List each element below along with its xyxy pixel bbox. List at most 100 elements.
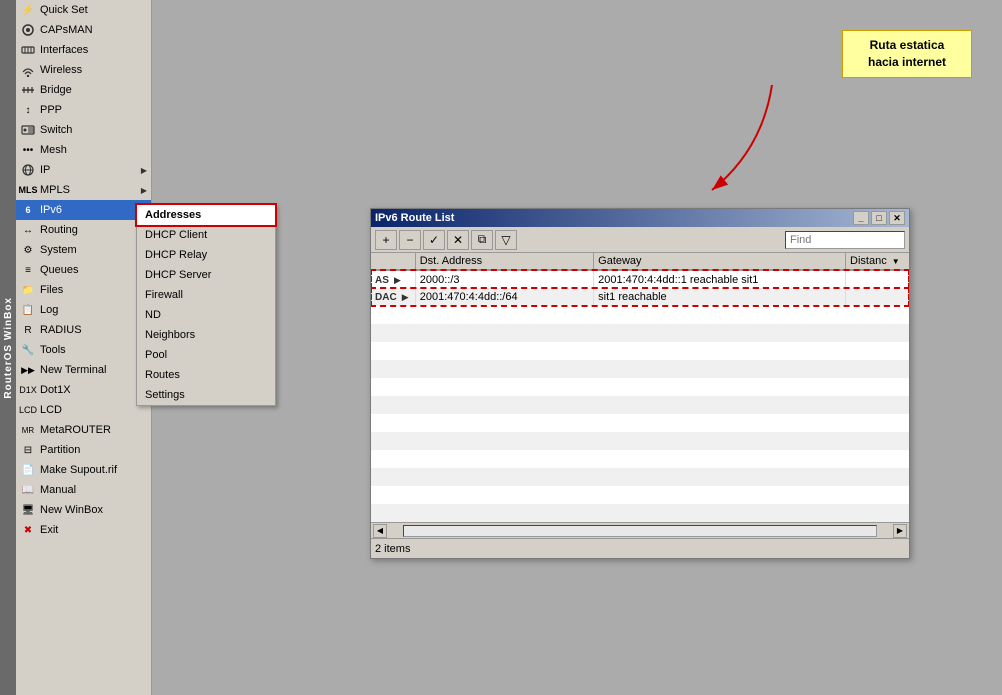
manual-icon: 📖 — [20, 482, 36, 498]
submenu-item-nd[interactable]: ND — [137, 305, 275, 325]
wireless-icon — [20, 62, 36, 78]
copy-button[interactable]: ⧉ — [471, 230, 493, 250]
sidebar: ⚡ Quick Set CAPsMAN Interfaces Wireless … — [16, 0, 152, 695]
table-row-empty — [371, 486, 909, 504]
window-statusbar: 2 items — [371, 538, 909, 558]
tooltip-callout: Ruta estatica hacia internet — [842, 30, 972, 78]
scrollbar-track[interactable] — [403, 525, 877, 537]
metarouter-icon: MR — [20, 422, 36, 438]
switch-icon — [20, 122, 36, 138]
sidebar-item-interfaces[interactable]: Interfaces — [16, 40, 151, 60]
row-flags-1: AS ▶ — [371, 270, 415, 288]
item-count: 2 items — [375, 543, 410, 555]
window-controls: _ □ ✕ — [853, 211, 905, 225]
submenu-item-settings[interactable]: Settings — [137, 385, 275, 405]
sidebar-item-ppp[interactable]: ↕ PPP — [16, 100, 151, 120]
sidebar-item-quick-set[interactable]: ⚡ Quick Set — [16, 0, 151, 20]
sidebar-item-make-supout[interactable]: 📄 Make Supout.rif — [16, 460, 151, 480]
remove-button[interactable]: − — [399, 230, 421, 250]
disable-button[interactable]: ✕ — [447, 230, 469, 250]
col-header-distance[interactable]: Distanc — [846, 253, 909, 270]
window-close-button[interactable]: ✕ — [889, 211, 905, 225]
ip-icon — [20, 162, 36, 178]
interfaces-icon — [20, 42, 36, 58]
sidebar-item-radius[interactable]: R RADIUS — [16, 320, 151, 340]
submenu-item-pool[interactable]: Pool — [137, 345, 275, 365]
row-distance-1 — [846, 270, 909, 288]
sidebar-item-lcd[interactable]: LCD LCD — [16, 400, 151, 420]
add-button[interactable]: + — [375, 230, 397, 250]
route-window: IPv6 Route List _ □ ✕ + − ✓ ✕ ⧉ ▽ — [370, 208, 910, 559]
sidebar-item-system[interactable]: ⚙ System — [16, 240, 151, 260]
submenu-item-addresses[interactable]: Addresses — [137, 205, 275, 225]
sidebar-item-new-terminal[interactable]: ▶▶ New Terminal — [16, 360, 151, 380]
system-icon: ⚙ — [20, 242, 36, 258]
window-restore-button[interactable]: □ — [871, 211, 887, 225]
table-row-empty — [371, 360, 909, 378]
terminal-icon: ▶▶ — [20, 362, 36, 378]
row-distance-2 — [846, 288, 909, 306]
window-content: Dst. Address Gateway Distanc — [371, 253, 909, 522]
sidebar-item-new-winbox[interactable]: 🖥 New WinBox — [16, 500, 151, 520]
sidebar-item-routing[interactable]: ↔ Routing — [16, 220, 151, 240]
tools-icon: 🔧 — [20, 342, 36, 358]
window-titlebar: IPv6 Route List _ □ ✕ — [371, 209, 909, 227]
submenu-item-dhcp-server[interactable]: DHCP Server — [137, 265, 275, 285]
lcd-icon: LCD — [20, 402, 36, 418]
log-icon: 📋 — [20, 302, 36, 318]
enable-button[interactable]: ✓ — [423, 230, 445, 250]
submenu-item-neighbors[interactable]: Neighbors — [137, 325, 275, 345]
partition-icon: ⊟ — [20, 442, 36, 458]
row-gateway-2: sit1 reachable — [594, 288, 846, 306]
sidebar-item-queues[interactable]: ≡ Queues — [16, 260, 151, 280]
sidebar-item-manual[interactable]: 📖 Manual — [16, 480, 151, 500]
exit-icon: ✖ — [20, 522, 36, 538]
window-minimize-button[interactable]: _ — [853, 211, 869, 225]
sidebar-item-log[interactable]: 📋 Log — [16, 300, 151, 320]
sidebar-item-mesh[interactable]: ••• Mesh — [16, 140, 151, 160]
routing-icon: ↔ — [20, 222, 36, 238]
submenu-item-routes[interactable]: Routes — [137, 365, 275, 385]
sidebar-item-files[interactable]: 📁 Files — [16, 280, 151, 300]
filter-button[interactable]: ▽ — [495, 230, 517, 250]
table-row[interactable]: DAC ▶ 2001:470:4:4dd::/64 sit1 reachable — [371, 288, 909, 306]
sidebar-item-dot1x[interactable]: D1X Dot1X — [16, 380, 151, 400]
sidebar-item-exit[interactable]: ✖ Exit — [16, 520, 151, 540]
sidebar-item-tools[interactable]: 🔧 Tools — [16, 340, 151, 360]
table-row-empty — [371, 342, 909, 360]
capsman-icon — [20, 22, 36, 38]
ipv6-icon: 6 — [20, 202, 36, 218]
sidebar-item-partition[interactable]: ⊟ Partition — [16, 440, 151, 460]
sidebar-item-wireless[interactable]: Wireless — [16, 60, 151, 80]
submenu-item-firewall[interactable]: Firewall — [137, 285, 275, 305]
col-header-gateway[interactable]: Gateway — [594, 253, 846, 270]
ppp-icon: ↕ — [20, 102, 36, 118]
sidebar-item-metarouter[interactable]: MR MetaROUTER — [16, 420, 151, 440]
main-area: Ruta estatica hacia internet IPv6 Route … — [152, 0, 1002, 695]
mesh-icon: ••• — [20, 142, 36, 158]
new-winbox-icon: 🖥 — [20, 502, 36, 518]
files-icon: 📁 — [20, 282, 36, 298]
table-row-empty — [371, 504, 909, 522]
submenu-item-dhcp-client[interactable]: DHCP Client — [137, 225, 275, 245]
table-row[interactable]: AS ▶ 2000::/3 2001:470:4:4dd::1 reachabl… — [371, 270, 909, 288]
sidebar-item-bridge[interactable]: Bridge — [16, 80, 151, 100]
quick-set-icon: ⚡ — [20, 2, 36, 18]
submenu-item-dhcp-relay[interactable]: DHCP Relay — [137, 245, 275, 265]
sidebar-item-switch[interactable]: Switch — [16, 120, 151, 140]
scroll-left-button[interactable]: ◀ — [373, 524, 387, 538]
sidebar-item-mpls[interactable]: MLS MPLS — [16, 180, 151, 200]
row-gateway-1: 2001:470:4:4dd::1 reachable sit1 — [594, 270, 846, 288]
table-row-empty — [371, 396, 909, 414]
search-input[interactable] — [785, 231, 905, 249]
window-toolbar: + − ✓ ✕ ⧉ ▽ — [371, 227, 909, 253]
sidebar-item-ip[interactable]: IP — [16, 160, 151, 180]
sidebar-item-ipv6[interactable]: 6 IPv6 — [16, 200, 151, 220]
scroll-right-button[interactable]: ▶ — [893, 524, 907, 538]
table-row-empty — [371, 432, 909, 450]
bridge-icon — [20, 82, 36, 98]
col-header-flags[interactable] — [371, 253, 415, 270]
col-header-dst[interactable]: Dst. Address — [415, 253, 593, 270]
dot1x-icon: D1X — [20, 382, 36, 398]
sidebar-item-capsman[interactable]: CAPsMAN — [16, 20, 151, 40]
